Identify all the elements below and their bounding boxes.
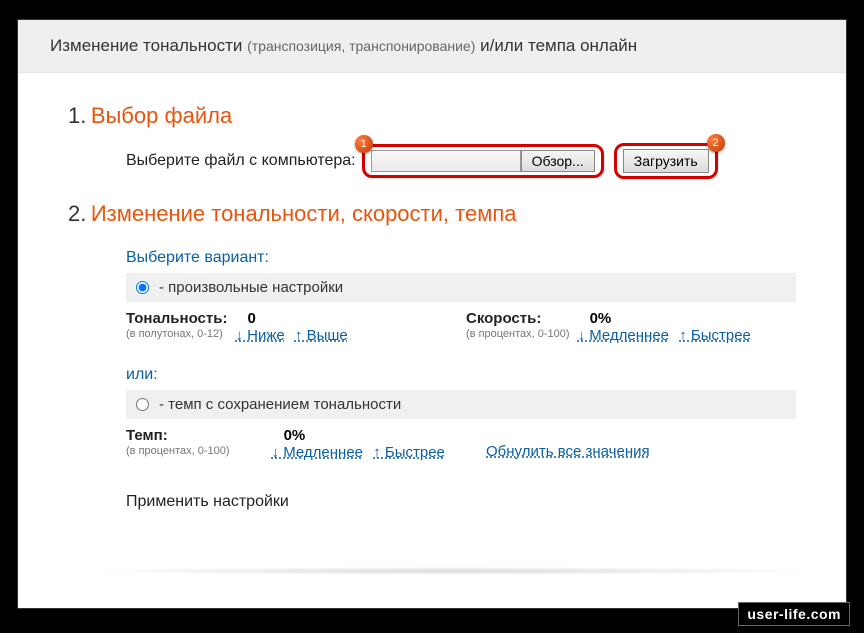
- speed-slower-link[interactable]: ↓ Медленнее: [578, 327, 669, 344]
- page-header: Изменение тональности (транспозиция, тра…: [18, 20, 846, 73]
- file-path-input[interactable]: [371, 150, 521, 172]
- pitch-lower-link[interactable]: ↓ Ниже: [235, 327, 284, 344]
- tempo-slower-link[interactable]: ↓ Медленнее: [272, 444, 363, 461]
- step-1: 1. Выбор файла: [68, 103, 796, 129]
- radio-tempo[interactable]: [136, 398, 149, 411]
- file-prompt: Выберите файл с компьютера:: [126, 152, 356, 170]
- callout-badge-2: 2: [707, 134, 725, 152]
- speed-hint: (в процентах, 0-100): [466, 328, 570, 340]
- file-input-callout: 1 Обзор...: [362, 144, 604, 178]
- footer-brand: user-life.com: [738, 602, 850, 626]
- shadow-decoration: [78, 567, 826, 575]
- or-label: или:: [126, 366, 796, 384]
- header-title-paren: (транспозиция, транспонирование): [247, 38, 475, 54]
- step-2: 2. Изменение тональности, скорости, темп…: [68, 201, 796, 227]
- speed-label: Скорость:: [466, 310, 541, 327]
- apply-settings[interactable]: Применить настройки: [126, 493, 289, 510]
- reset-link[interactable]: Обнулить все значения: [486, 443, 650, 460]
- pitch-label: Тональность:: [126, 310, 227, 327]
- variant-label: Выберите вариант:: [126, 249, 796, 267]
- callout-badge-1: 1: [355, 135, 373, 153]
- option-custom-row[interactable]: - произвольные настройки: [126, 273, 796, 302]
- speed-value: 0%: [590, 310, 612, 327]
- tempo-label: Темп:: [126, 427, 168, 444]
- page: Изменение тональности (транспозиция, тра…: [18, 20, 846, 608]
- upload-callout: 2 Загрузить: [614, 143, 718, 179]
- option-tempo-row[interactable]: - темп с сохранением тональности: [126, 390, 796, 419]
- radio-custom[interactable]: [136, 281, 149, 294]
- tempo-hint: (в процентах, 0-100): [126, 445, 230, 457]
- step-1-title: Выбор файла: [91, 103, 232, 128]
- option-custom-label: - произвольные настройки: [159, 279, 343, 296]
- step-2-title: Изменение тональности, скорости, темпа: [91, 201, 517, 226]
- speed-faster-link[interactable]: ↑ Быстрее: [679, 327, 751, 344]
- step-2-number: 2.: [68, 201, 86, 226]
- pitch-higher-link[interactable]: ↑ Выше: [295, 327, 348, 344]
- option-tempo-label: - темп с сохранением тональности: [159, 396, 401, 413]
- step-1-number: 1.: [68, 103, 86, 128]
- tempo-value: 0%: [284, 427, 306, 444]
- header-title-suffix: и/или темпа онлайн: [475, 36, 637, 55]
- pitch-hint: (в полутонах, 0-12): [126, 328, 227, 340]
- browse-button[interactable]: Обзор...: [521, 150, 595, 172]
- tempo-faster-link[interactable]: ↑ Быстрее: [373, 444, 445, 461]
- header-title-prefix: Изменение тональности: [50, 36, 247, 55]
- upload-button[interactable]: Загрузить: [623, 149, 709, 173]
- pitch-value: 0: [247, 310, 255, 327]
